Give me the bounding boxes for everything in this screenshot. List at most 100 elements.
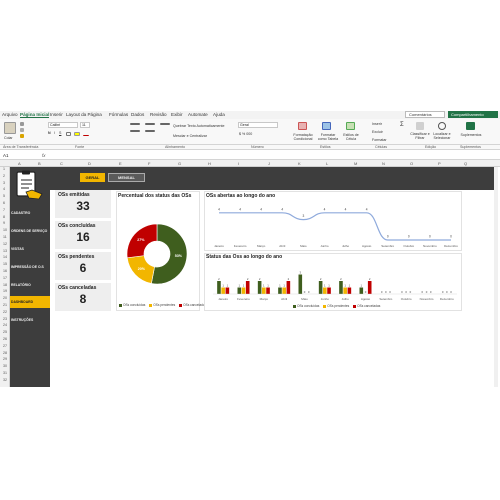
row-header[interactable]: 17 <box>3 276 7 280</box>
insert-cells-button[interactable]: Inserir <box>372 122 382 126</box>
row-header[interactable]: 26 <box>3 337 7 341</box>
copy-icon[interactable] <box>20 128 24 132</box>
column-header[interactable]: C <box>60 161 63 166</box>
addins-button[interactable]: Suplementos <box>458 133 484 137</box>
currency-icon[interactable]: $ % 000 <box>239 132 252 136</box>
row-header[interactable]: 24 <box>3 323 7 327</box>
align-middle-icon[interactable] <box>145 123 155 125</box>
row-header[interactable]: 21 <box>3 303 7 307</box>
row-header[interactable]: 6 <box>3 201 5 205</box>
autosum-icon[interactable]: Σ <box>400 122 404 128</box>
column-header[interactable]: P <box>438 161 441 166</box>
sidebar-item-visitas[interactable]: VISITAS <box>10 243 50 255</box>
sidebar-item-dashboard[interactable]: DASHBOARD <box>10 296 50 308</box>
format-table-icon[interactable] <box>322 122 331 130</box>
format-cells-button[interactable]: Formatar <box>372 138 387 142</box>
find-select-icon[interactable] <box>438 122 446 130</box>
addins-icon[interactable] <box>466 122 475 130</box>
mensal-button[interactable]: MENSAL <box>108 173 145 182</box>
row-header[interactable]: 20 <box>3 296 7 300</box>
orientation-icon[interactable] <box>160 123 170 125</box>
row-header[interactable]: 5 <box>3 194 5 198</box>
row-header[interactable]: 31 <box>3 371 7 375</box>
borders-icon[interactable] <box>66 132 71 136</box>
row-header[interactable]: 10 <box>3 228 7 232</box>
row-header[interactable]: 15 <box>3 262 7 266</box>
font-size-select[interactable]: 11 <box>80 122 90 128</box>
format-table-button[interactable]: Formatar como Tabela <box>317 133 339 141</box>
row-header[interactable]: 8 <box>3 215 5 219</box>
share-button[interactable]: Compartilhamento <box>448 111 498 118</box>
row-header[interactable]: 7 <box>3 208 5 212</box>
delete-cells-button[interactable]: Excluir <box>372 130 383 134</box>
row-header[interactable]: 14 <box>3 255 7 259</box>
row-header[interactable]: 13 <box>3 249 7 253</box>
sidebar-item-ordens[interactable]: ORDENS DE SERVIÇO <box>10 225 50 237</box>
cell-styles-button[interactable]: Estilos de Célula <box>341 133 361 141</box>
tab-arquivo[interactable]: Arquivo <box>2 112 18 117</box>
tab-automate[interactable]: Automate <box>188 112 208 117</box>
column-header[interactable]: B <box>38 161 41 166</box>
column-header[interactable]: D <box>88 161 91 166</box>
font-color-icon[interactable] <box>83 132 89 136</box>
cell-styles-icon[interactable] <box>346 122 355 130</box>
row-header[interactable]: 16 <box>3 269 7 273</box>
sidebar-item-cadastro[interactable]: CADASTRO <box>10 207 50 219</box>
conditional-format-button[interactable]: Formatação Condicional <box>290 133 316 141</box>
cut-icon[interactable] <box>20 122 24 126</box>
row-header[interactable]: 18 <box>3 283 7 287</box>
row-header[interactable]: 3 <box>3 181 5 185</box>
sort-filter-icon[interactable] <box>416 122 424 130</box>
fill-color-icon[interactable] <box>74 132 80 136</box>
find-select-button[interactable]: Localizar e Selecionar <box>431 132 453 140</box>
sidebar-item-impressao[interactable]: IMPRESSÃO DE O.S <box>10 261 50 273</box>
column-header[interactable]: O <box>410 161 413 166</box>
column-header[interactable]: K <box>298 161 301 166</box>
column-header[interactable]: I <box>238 161 239 166</box>
fx-icon[interactable]: fx <box>42 153 46 158</box>
tab-layout[interactable]: Layout da Página <box>66 112 102 117</box>
tab-exibir[interactable]: Exibir <box>171 112 183 117</box>
bold-icon[interactable]: N <box>48 131 51 135</box>
italic-icon[interactable]: I <box>54 131 55 135</box>
row-header[interactable]: 23 <box>3 317 7 321</box>
align-top-icon[interactable] <box>130 123 140 125</box>
name-box[interactable]: A1 <box>3 153 35 159</box>
tab-ajuda[interactable]: Ajuda <box>213 112 225 117</box>
tab-dados[interactable]: Dados <box>131 112 144 117</box>
column-header[interactable]: J <box>268 161 270 166</box>
align-left-icon[interactable] <box>130 130 140 132</box>
row-header[interactable]: 27 <box>3 344 7 348</box>
row-header[interactable]: 11 <box>3 235 7 239</box>
row-header[interactable]: 32 <box>3 378 7 382</box>
sort-filter-button[interactable]: Classificar e Filtrar <box>410 132 430 140</box>
conditional-format-icon[interactable] <box>298 122 307 130</box>
tab-inserir[interactable]: Inserir <box>50 112 63 117</box>
row-header[interactable]: 30 <box>3 364 7 368</box>
number-format-select[interactable]: Geral <box>238 122 278 128</box>
row-header[interactable]: 19 <box>3 289 7 293</box>
comments-button[interactable]: Comentários <box>405 111 445 118</box>
font-name-select[interactable]: Calibri <box>48 122 78 128</box>
row-header[interactable]: 29 <box>3 357 7 361</box>
format-painter-icon[interactable] <box>20 134 24 138</box>
sidebar-item-instrucoes[interactable]: INSTRUÇÕES <box>10 314 50 326</box>
merge-center-button[interactable]: Mesclar e Centralizar <box>173 134 207 138</box>
row-header[interactable]: 2 <box>3 174 5 178</box>
column-header[interactable]: L <box>326 161 328 166</box>
vertical-scrollbar[interactable] <box>494 167 498 387</box>
tab-formulas[interactable]: Fórmulas <box>109 112 128 117</box>
column-header[interactable]: M <box>354 161 357 166</box>
row-header[interactable]: 12 <box>3 242 7 246</box>
align-center-icon[interactable] <box>145 130 155 132</box>
row-header[interactable]: 4 <box>3 187 5 191</box>
row-header[interactable]: 25 <box>3 330 7 334</box>
column-header[interactable]: N <box>382 161 385 166</box>
column-header[interactable]: E <box>119 161 122 166</box>
row-header[interactable]: 1 <box>3 167 5 171</box>
column-header[interactable]: A <box>18 161 21 166</box>
paste-label[interactable]: Colar <box>4 136 13 140</box>
underline-icon[interactable]: S <box>59 131 61 135</box>
row-header[interactable]: 22 <box>3 310 7 314</box>
tab-revisao[interactable]: Revisão <box>150 112 167 117</box>
